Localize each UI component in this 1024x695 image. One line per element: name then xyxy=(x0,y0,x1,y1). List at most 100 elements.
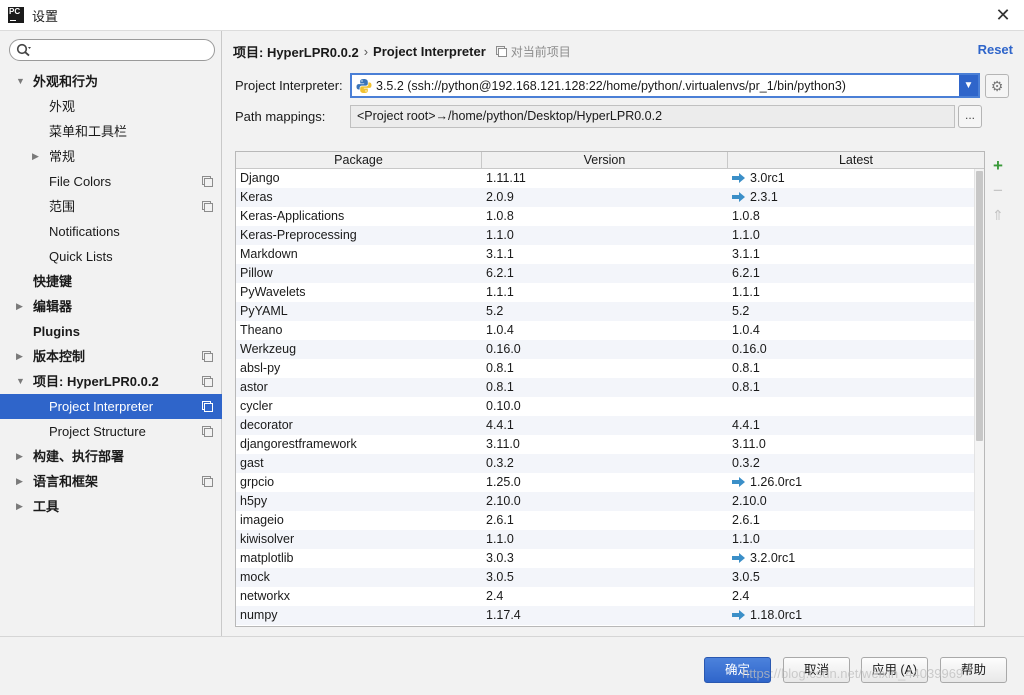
project-scope-icon xyxy=(495,45,507,57)
column-header-package[interactable]: Package xyxy=(236,152,482,169)
table-row[interactable]: Markdown 3.1.1 3.1.1 xyxy=(236,245,974,264)
close-icon[interactable]: ✕ xyxy=(992,4,1014,26)
package-name: Keras-Applications xyxy=(240,209,345,223)
table-row[interactable]: Pillow 6.2.1 6.2.1 xyxy=(236,264,974,283)
chevron-right-icon[interactable]: ▶ xyxy=(16,494,28,519)
package-version: 6.2.1 xyxy=(486,266,514,280)
current-project-label: 对当前项目 xyxy=(510,44,571,59)
sidebar-item[interactable]: Quick Lists xyxy=(0,244,222,269)
sidebar-item[interactable]: 外观 xyxy=(0,94,222,119)
package-name: grpcio xyxy=(240,475,275,489)
package-version: 2.0.9 xyxy=(486,190,514,204)
browse-button[interactable]: ... xyxy=(958,105,982,128)
table-row[interactable]: Theano 1.0.4 1.0.4 xyxy=(236,321,974,340)
search-input[interactable] xyxy=(9,39,215,61)
sidebar-item[interactable]: ▶ 版本控制 xyxy=(0,344,222,369)
table-row[interactable]: kiwisolver 1.1.0 1.1.0 xyxy=(236,530,974,549)
package-name: decorator xyxy=(240,418,293,432)
table-row[interactable]: networkx 2.4 2.4 xyxy=(236,587,974,606)
table-header: Package Version Latest xyxy=(236,152,984,169)
upgrade-arrow-icon xyxy=(732,553,745,563)
latest-version-label: 3.11.0 xyxy=(732,437,766,451)
table-row[interactable]: numpy 1.17.4 1.18.0rc1 xyxy=(236,606,974,625)
upgrade-package-icon[interactable]: ⇑ xyxy=(988,203,1008,228)
window-title: 设置 xyxy=(32,8,59,24)
sidebar-item[interactable]: 菜单和工具栏 xyxy=(0,119,222,144)
table-scrollbar[interactable] xyxy=(974,169,984,626)
scrollbar-thumb[interactable] xyxy=(976,171,983,441)
package-latest: 1.1.0 xyxy=(732,226,760,245)
sidebar-item[interactable]: ▶ 常规 xyxy=(0,144,222,169)
sidebar-item[interactable]: ▼ 外观和行为 xyxy=(0,69,222,94)
sidebar-item[interactable]: ▶ 语言和框架 xyxy=(0,469,222,494)
chevron-right-icon[interactable]: ▶ xyxy=(16,344,28,369)
package-latest: 2.3.1 xyxy=(732,188,778,207)
package-version: 3.0.3 xyxy=(486,551,514,565)
table-row[interactable]: imageio 2.6.1 2.6.1 xyxy=(236,511,974,530)
table-row[interactable]: matplotlib 3.0.3 3.2.0rc1 xyxy=(236,549,974,568)
sidebar-item[interactable]: 范围 xyxy=(0,194,222,219)
package-latest: 1.26.0rc1 xyxy=(732,473,802,492)
package-version: 2.4 xyxy=(486,589,504,603)
latest-version-label: 2.3.1 xyxy=(750,190,778,204)
chevron-right-icon[interactable]: ▶ xyxy=(16,294,28,319)
add-package-icon[interactable]: + xyxy=(988,153,1008,178)
table-row[interactable]: PyWavelets 1.1.1 1.1.1 xyxy=(236,283,974,302)
table-row[interactable]: Django 1.11.11 3.0rc1 xyxy=(236,169,974,188)
package-name: Werkzeug xyxy=(240,342,297,356)
sidebar-item[interactable]: Notifications xyxy=(0,219,222,244)
sidebar-item[interactable]: File Colors xyxy=(0,169,222,194)
search-icon xyxy=(16,43,31,57)
table-row[interactable]: astor 0.8.1 0.8.1 xyxy=(236,378,974,397)
table-row[interactable]: grpcio 1.25.0 1.26.0rc1 xyxy=(236,473,974,492)
package-name: cycler xyxy=(240,399,273,413)
latest-version-label: 0.8.1 xyxy=(732,361,760,375)
package-version: 1.17.4 xyxy=(486,608,521,622)
chevron-right-icon[interactable]: ▶ xyxy=(16,469,28,494)
remove-package-icon[interactable]: − xyxy=(988,178,1008,203)
interpreter-select[interactable]: 3.5.2 (ssh://python@192.168.121.128:22/h… xyxy=(350,73,980,98)
breadcrumb-project: 项目: HyperLPR0.0.2 xyxy=(233,44,359,60)
sidebar-item[interactable]: ▶ 工具 xyxy=(0,494,222,519)
table-row[interactable]: Keras 2.0.9 2.3.1 xyxy=(236,188,974,207)
chevron-right-icon[interactable]: ▶ xyxy=(32,144,44,169)
package-latest: 0.8.1 xyxy=(732,359,760,378)
package-latest: 1.1.1 xyxy=(732,283,760,302)
table-row[interactable]: mock 3.0.5 3.0.5 xyxy=(236,568,974,587)
latest-version-label: 0.3.2 xyxy=(732,456,760,470)
sidebar-item[interactable]: ▶ 编辑器 xyxy=(0,294,222,319)
package-version: 1.1.0 xyxy=(486,532,514,546)
table-row[interactable]: Keras-Preprocessing 1.1.0 1.1.0 xyxy=(236,226,974,245)
reset-link[interactable]: Reset xyxy=(978,42,1013,57)
table-row[interactable]: djangorestframework 3.11.0 3.11.0 xyxy=(236,435,974,454)
sidebar-item[interactable]: ▶ 构建、执行部署 xyxy=(0,444,222,469)
table-row[interactable]: decorator 4.4.1 4.4.1 xyxy=(236,416,974,435)
project-scope-icon xyxy=(202,426,213,437)
chevron-down-icon[interactable]: ▼ xyxy=(16,369,28,394)
column-header-latest[interactable]: Latest xyxy=(728,152,984,169)
latest-version-label: 1.26.0rc1 xyxy=(750,475,803,489)
table-row[interactable]: cycler 0.10.0 xyxy=(236,397,974,416)
table-row[interactable]: h5py 2.10.0 2.10.0 xyxy=(236,492,974,511)
sidebar-item-label: 范围 xyxy=(49,199,76,214)
table-row[interactable]: PyYAML 5.2 5.2 xyxy=(236,302,974,321)
column-header-version[interactable]: Version xyxy=(482,152,728,169)
sidebar-item[interactable]: Plugins xyxy=(0,319,222,344)
sidebar-item[interactable]: Project Structure xyxy=(0,419,222,444)
table-row[interactable]: gast 0.3.2 0.3.2 xyxy=(236,454,974,473)
package-version: 1.1.0 xyxy=(486,228,514,242)
sidebar-item[interactable]: 快捷键 xyxy=(0,269,222,294)
gear-icon[interactable]: ⚙ xyxy=(985,74,1009,98)
chevron-down-icon[interactable]: ▼ xyxy=(16,69,28,94)
chevron-down-icon[interactable]: ▼ xyxy=(959,75,978,96)
table-row[interactable]: Keras-Applications 1.0.8 1.0.8 xyxy=(236,207,974,226)
table-row[interactable]: Werkzeug 0.16.0 0.16.0 xyxy=(236,340,974,359)
path-mappings-field[interactable]: <Project root>→/home/python/Desktop/Hype… xyxy=(350,105,955,128)
latest-version-label: 4.4.1 xyxy=(732,418,760,432)
package-latest: 1.18.0rc1 xyxy=(732,606,802,625)
sidebar-item[interactable]: ▼ 项目: HyperLPR0.0.2 xyxy=(0,369,222,394)
package-name: numpy xyxy=(240,608,278,622)
chevron-right-icon[interactable]: ▶ xyxy=(16,444,28,469)
table-row[interactable]: absl-py 0.8.1 0.8.1 xyxy=(236,359,974,378)
sidebar-item[interactable]: Project Interpreter xyxy=(0,394,222,419)
